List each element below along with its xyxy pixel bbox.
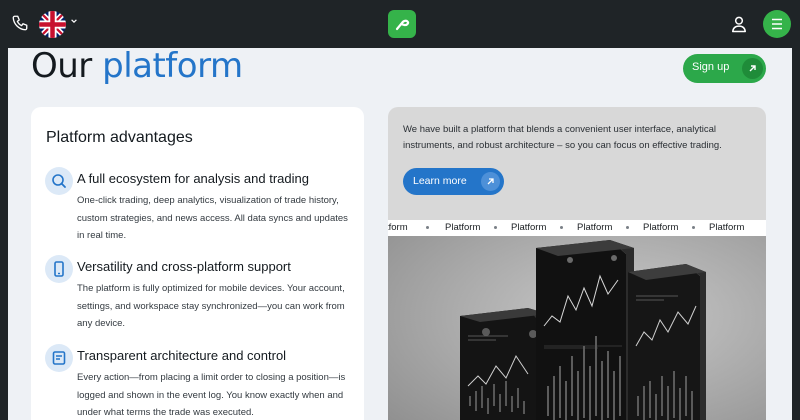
ticker-item: Platform [445, 222, 481, 233]
trading-data-towers-image [388, 236, 766, 420]
page-title-accent: platform [102, 46, 243, 86]
ticker-item: tform [388, 222, 408, 233]
uk-flag-icon[interactable] [39, 11, 66, 38]
sign-up-button[interactable]: Sign up [683, 54, 766, 83]
ticker-item: Platform [709, 222, 745, 233]
ticker-dot [494, 226, 497, 229]
arrow-up-right-icon [742, 58, 763, 79]
advantages-title: Platform advantages [46, 129, 193, 146]
ticker-item: Platform [577, 222, 613, 233]
learn-more-label: Learn more [413, 175, 467, 187]
platform-intro-panel: We have built a platform that blends a c… [388, 107, 766, 420]
platform-ticker: tform Platform Platform Platform Platfor… [388, 220, 766, 236]
feature-text: One-click trading, deep analytics, visua… [77, 195, 348, 241]
ticker-dot [426, 226, 429, 229]
intro-text: We have built a platform that blends a c… [403, 124, 722, 151]
ticker-item: Platform [511, 222, 547, 233]
page-title: Our platform [31, 46, 243, 86]
feature-text: The platform is fully optimized for mobi… [77, 283, 345, 329]
ticker-dot [560, 226, 563, 229]
user-icon[interactable] [729, 14, 749, 34]
arrow-up-right-icon [481, 172, 500, 191]
ticker-dot [626, 226, 629, 229]
feature-title: Transparent architecture and control [77, 348, 287, 363]
mobile-icon [45, 255, 73, 283]
page-title-prefix: Our [31, 46, 92, 86]
chevron-down-icon[interactable] [70, 17, 78, 25]
top-navigation-bar [0, 0, 800, 48]
log-icon [45, 344, 73, 372]
feature-title: Versatility and cross-platform support [77, 259, 291, 274]
ticker-dot [692, 226, 695, 229]
ecosystem-icon [45, 167, 73, 195]
learn-more-button[interactable]: Learn more [403, 168, 504, 195]
menu-icon [772, 18, 782, 30]
platform-advantages-card: Platform advantages A full ecosystem for… [31, 107, 364, 420]
sign-up-label: Sign up [692, 61, 730, 73]
feature-title: A full ecosystem for analysis and tradin… [77, 171, 309, 186]
menu-button[interactable] [763, 10, 791, 38]
phone-icon[interactable] [11, 14, 29, 32]
feature-text: Every action—from placing a limit order … [77, 372, 346, 418]
ticker-item: Platform [643, 222, 679, 233]
brand-logo-icon[interactable] [388, 10, 416, 38]
